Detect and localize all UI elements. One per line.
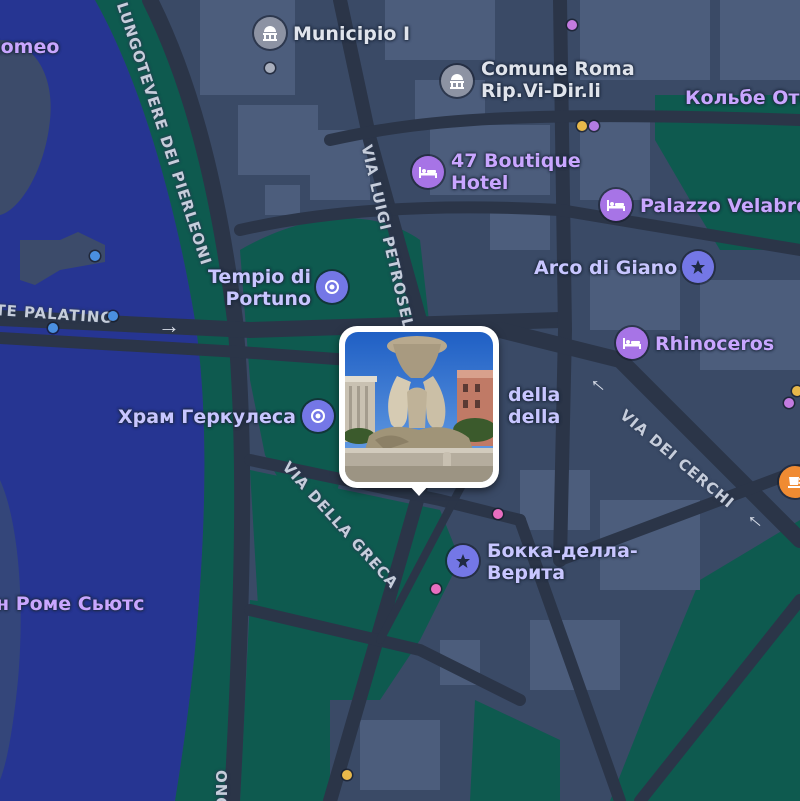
poi-label-rome-suites[interactable]: н Роме Сьютс <box>0 593 144 615</box>
circle-target-icon[interactable] <box>302 400 334 432</box>
poi-label-line: Portuno <box>225 288 312 310</box>
map-dot[interactable] <box>792 386 800 396</box>
poi-label-bokka-della-verita[interactable]: Бокка-делла- Верита <box>487 540 638 584</box>
poi-label-della-1[interactable]: della <box>508 384 560 406</box>
dome-building-icon[interactable] <box>441 65 473 97</box>
map-dot[interactable] <box>589 121 599 131</box>
map-dot[interactable] <box>431 584 441 594</box>
poi-label-municipio[interactable]: Municipio I <box>293 23 410 45</box>
poi-label-line: Rip.Vi-Dir.li <box>481 80 601 102</box>
map-dot[interactable] <box>567 20 577 30</box>
bed-icon[interactable] <box>616 327 648 359</box>
photo-callout[interactable] <box>339 326 499 496</box>
poi-label-line: Бокка-делла- <box>487 540 638 562</box>
poi-label-line: 47 Boutique <box>451 150 581 172</box>
poi-label-tempio-portuno[interactable]: Tempio di Portuno <box>208 266 311 310</box>
map-dot[interactable] <box>48 323 58 333</box>
poi-label-line: Верита <box>487 562 566 584</box>
fountain-photo <box>345 332 493 482</box>
map-dot[interactable] <box>108 311 118 321</box>
poi-label-della-2[interactable]: della <box>508 406 560 428</box>
circle-target-icon[interactable] <box>316 271 348 303</box>
map-dot[interactable] <box>577 121 587 131</box>
poi-label-kolbe[interactable]: Кольбе Оте <box>685 87 800 109</box>
one-way-arrow-icon: → <box>158 313 180 338</box>
poi-label-rhinoceros[interactable]: Rhinoceros <box>655 333 774 355</box>
bed-icon[interactable] <box>412 156 444 188</box>
poi-label-khram-gerkulesa[interactable]: Храм Геркулеса <box>118 406 296 428</box>
map-dot[interactable] <box>265 63 275 73</box>
callout-pointer <box>408 484 430 496</box>
dome-building-icon[interactable] <box>254 17 286 49</box>
poi-label-boutique-hotel[interactable]: 47 Boutique Hotel <box>451 150 581 194</box>
street-label-bottom: ONO <box>212 770 230 801</box>
map-dot[interactable] <box>784 398 794 408</box>
poi-label-romeo[interactable]: Romeo <box>0 36 59 58</box>
poi-label-palazzo-velabro[interactable]: Palazzo Velabro <box>640 195 800 217</box>
poi-label-comune-roma[interactable]: Comune Roma Rip.Vi-Dir.li <box>481 58 635 102</box>
map-dot[interactable] <box>90 251 100 261</box>
map-view[interactable]: LUNGOTEVERE DEI PIERLEONI TE PALATINO VI… <box>0 0 800 801</box>
map-dot[interactable] <box>493 509 503 519</box>
poi-label-arco-giano[interactable]: Arco di Giano <box>534 257 677 279</box>
star-icon[interactable] <box>682 251 714 283</box>
bed-icon[interactable] <box>600 189 632 221</box>
map-dot[interactable] <box>342 770 352 780</box>
star-icon[interactable] <box>447 545 479 577</box>
poi-label-line: Comune Roma <box>481 58 635 80</box>
poi-label-line: Hotel <box>451 172 509 194</box>
poi-label-line: Tempio di <box>208 266 312 288</box>
